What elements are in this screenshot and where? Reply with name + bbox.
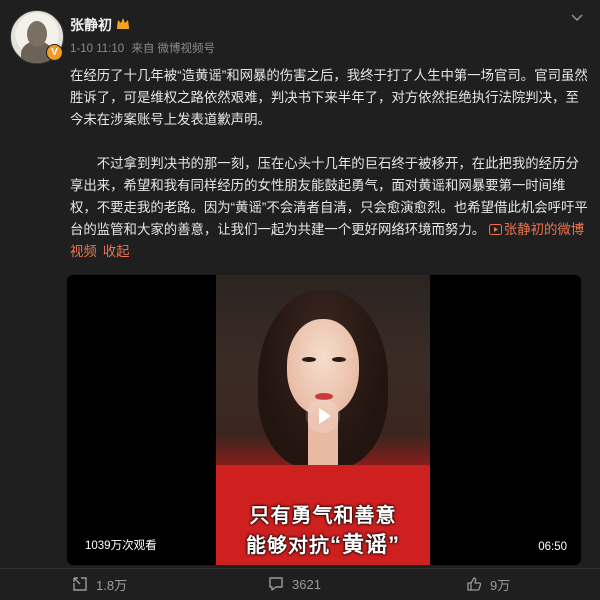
crown-icon <box>117 18 129 29</box>
post-paragraph-1: 在经历了十几年被“造黄谣”和网暴的伤害之后，我终于打了人生中第一场官司。官司虽然… <box>70 68 588 127</box>
avatar-figure-head <box>27 21 47 47</box>
video-player[interactable]: 只有勇气和善意 能够对抗“黄谣” 1039万次观看 06:50 <box>67 275 581 565</box>
chevron-down-icon[interactable] <box>570 12 584 22</box>
post-meta: 1-10 11:10 来自 微博视频号 <box>70 40 219 56</box>
video-view-count: 1039万次观看 <box>85 540 157 552</box>
video-caption-highlight: “黄谣” <box>329 532 400 557</box>
collapse-link[interactable]: 收起 <box>103 244 130 259</box>
post-time[interactable]: 1-10 11:10 <box>70 43 124 55</box>
play-icon[interactable] <box>305 398 341 434</box>
post-source[interactable]: 来自 微博视频号 <box>131 43 215 55</box>
post-content: 在经历了十几年被“造黄谣”和网暴的伤害之后，我终于打了人生中第一场官司。官司虽然… <box>70 65 588 263</box>
verified-badge-icon: V <box>46 44 63 61</box>
video-caption-prefix: 能够对抗 <box>245 535 330 557</box>
weibo-post-card: V 张静初 1-10 11:10 来自 微博视频号 在经历了十几年被“造黄谣”和… <box>0 0 600 600</box>
author-name[interactable]: 张静初 <box>70 15 112 35</box>
repost-button[interactable]: 1.8万 <box>72 575 127 593</box>
video-person-eye <box>332 357 346 362</box>
video-link-icon <box>488 224 502 235</box>
repost-icon <box>73 577 87 591</box>
comment-button[interactable]: 3621 <box>268 575 321 593</box>
comment-icon <box>269 577 283 591</box>
video-caption-line-2: 能够对抗“黄谣” <box>226 527 420 559</box>
comment-count: 3621 <box>292 576 321 592</box>
like-button[interactable]: 9万 <box>466 575 510 593</box>
repost-count: 1.8万 <box>96 577 128 593</box>
thumbs-up-icon <box>467 577 482 591</box>
video-caption-line-1: 只有勇气和善意 <box>249 505 397 527</box>
video-person-eye <box>302 357 316 362</box>
like-count: 9万 <box>490 577 511 593</box>
post-paragraph-2: 不过拿到判决书的那一刻，压在心头十几年的巨石终于被移开，在此把我的经历分享出来，… <box>70 153 588 263</box>
video-duration: 06:50 <box>538 541 567 553</box>
action-bar: 1.8万 3621 9万 <box>0 568 600 599</box>
